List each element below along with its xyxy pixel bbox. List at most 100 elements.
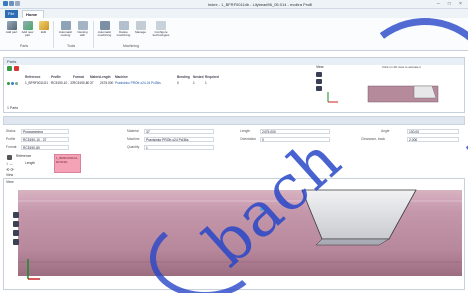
- rotate-view-icon[interactable]: [13, 212, 19, 218]
- group-separator: [93, 21, 94, 48]
- group-separator: [53, 21, 54, 48]
- undo-icon[interactable]: [15, 1, 20, 6]
- reference-swatch[interactable]: 1_BFRF0011G1 RC5190-: [54, 154, 81, 173]
- zoom-view-icon[interactable]: [13, 230, 19, 236]
- grid-icon: [7, 155, 12, 160]
- cell-required: 1: [205, 81, 207, 85]
- delete-icon[interactable]: [14, 66, 19, 71]
- viewport-tools: [13, 212, 19, 248]
- reference-area: Reference Length ↕ ↔ ⟲ ⟳ View 1_BFRF0011…: [3, 153, 203, 178]
- pan-view-icon[interactable]: [13, 221, 19, 227]
- add-part-button[interactable]: Add part: [4, 21, 19, 43]
- configure-technologies-button[interactable]: Configure technologies: [150, 21, 172, 43]
- fit-view-icon[interactable]: [13, 239, 19, 245]
- view-tools: [316, 72, 322, 93]
- detail-header-bar: [3, 116, 465, 125]
- edit-icon: [38, 21, 49, 30]
- minimize-button[interactable]: –: [435, 1, 442, 7]
- detail-fields: Status Programming Profile RC5190-10 - 3…: [3, 128, 465, 152]
- group-label-parts: Parts: [20, 44, 29, 48]
- window-controls: – □ ×: [432, 1, 464, 7]
- manage-button[interactable]: Manage: [133, 21, 148, 43]
- status-ok-icon: [7, 81, 10, 85]
- maximize-button[interactable]: □: [446, 1, 453, 7]
- preview-cutout: [413, 85, 437, 99]
- part-preview[interactable]: View Click on 2D view to activate it: [304, 62, 462, 110]
- orientation-value[interactable]: 0: [260, 137, 330, 142]
- cell-bending: 0: [177, 81, 179, 85]
- ribbon-tabs: File Home: [0, 9, 468, 18]
- cell-material: 37: [90, 81, 94, 85]
- status-value[interactable]: Programming: [21, 129, 69, 134]
- configure-tech-icon: [156, 21, 166, 30]
- orientation-field: Orientation 0: [240, 136, 330, 142]
- profile-field: Profile RC5190-10 - 37: [6, 136, 69, 142]
- rotate-icon[interactable]: [316, 72, 322, 77]
- add-icon[interactable]: [7, 66, 12, 71]
- status-info-icon: [11, 81, 14, 85]
- clearance-value[interactable]: 2.000: [407, 137, 459, 142]
- angle-value[interactable]: 100.00: [407, 129, 459, 134]
- format-value[interactable]: RC5190-80: [21, 145, 69, 150]
- profile-value[interactable]: RC5190-10 - 37: [21, 137, 69, 142]
- angle-field: Angle 100.00: [359, 128, 459, 134]
- profile-3d-view: [18, 189, 462, 280]
- quick-access-toolbar: [3, 1, 27, 8]
- material-field: Material 37: [127, 128, 214, 134]
- parts-count: 1 Parts: [7, 106, 19, 110]
- ref-length-label: Length: [25, 161, 36, 165]
- length-value[interactable]: 2475.000: [260, 129, 330, 134]
- automatic-machining-button[interactable]: Automatic machining: [97, 21, 112, 43]
- status-edit-icon: [15, 81, 18, 85]
- group-label-tools: Tools: [67, 44, 76, 48]
- add-new-part-icon: [22, 21, 33, 30]
- add-part-icon: [6, 21, 17, 30]
- view-label: View: [316, 65, 324, 69]
- machine-field: Machine Praxisinko PROfr-x24 Pcl36s: [127, 136, 214, 142]
- cell-length: 2475.000: [100, 81, 114, 85]
- save-icon[interactable]: [9, 1, 14, 6]
- cursor-marker-icon: [260, 207, 264, 211]
- preview-drawing: [327, 85, 439, 103]
- reference-label: Reference: [16, 154, 32, 158]
- parts-toolbar: [7, 66, 21, 72]
- 3d-viewport[interactable]: View: [3, 178, 465, 290]
- length-field: Length 2475.000: [240, 128, 330, 134]
- close-button[interactable]: ×: [457, 1, 464, 7]
- format-field: Format RC5190-80: [6, 144, 69, 150]
- pan-icon[interactable]: [316, 79, 322, 84]
- cell-profile: RC5190-10 - 37: [51, 81, 73, 85]
- auto-nesting-icon: [60, 21, 71, 30]
- edit-button[interactable]: Edit: [36, 21, 51, 43]
- tab-file[interactable]: File: [5, 10, 18, 18]
- app-menu-icon[interactable]: [3, 1, 8, 6]
- quantity-field: Quantity 1: [127, 144, 214, 150]
- parts-panel: Parts Reference Profile Format Material …: [3, 57, 465, 113]
- machine-value[interactable]: Praxisinko PROfr-x24 Pcl36s: [144, 137, 214, 142]
- table-row[interactable]: 1_BFRF0011G1 RC5190-10 - 37 RC5190-80 37…: [7, 80, 247, 86]
- cutout-floor: [315, 238, 390, 246]
- cell-machine: Praxisinko PROfr-x24-24 Pcl36s: [115, 81, 161, 85]
- quantity-value[interactable]: 1: [144, 145, 214, 150]
- zoom-icon[interactable]: [316, 86, 322, 91]
- nesting-with-icon: [77, 21, 88, 30]
- tab-home[interactable]: Home: [22, 10, 44, 18]
- delete-machining-button[interactable]: Delete machining: [116, 21, 131, 43]
- add-new-part-button[interactable]: Add new part: [20, 21, 35, 43]
- view-hint: Click on 2D view to activate it: [382, 65, 422, 69]
- rotate-tools-icon[interactable]: ⟲ ⟳: [6, 167, 14, 172]
- nesting-with-button[interactable]: Nesting with: [75, 21, 90, 43]
- auto-machining-icon: [99, 21, 110, 30]
- cell-nested: 1: [193, 81, 195, 85]
- manage-icon: [135, 21, 146, 30]
- material-value[interactable]: 37: [144, 129, 214, 134]
- status-field: Status Programming: [6, 128, 69, 134]
- ribbon: Add part Add new part Edit Automatic nes…: [0, 18, 468, 51]
- clearance-field: Clearance, track 2.000: [359, 136, 459, 142]
- delete-machining-icon: [118, 21, 129, 30]
- window-title: Index - 1_BFRF0011db - Lilybead96_05.014…: [207, 2, 313, 7]
- arrow-icons[interactable]: ↕ ↔: [6, 161, 13, 166]
- automatic-nesting-button[interactable]: Automatic nesting: [58, 21, 73, 43]
- row-status-icons: [7, 80, 25, 86]
- cell-format: RC5190-80: [73, 81, 90, 85]
